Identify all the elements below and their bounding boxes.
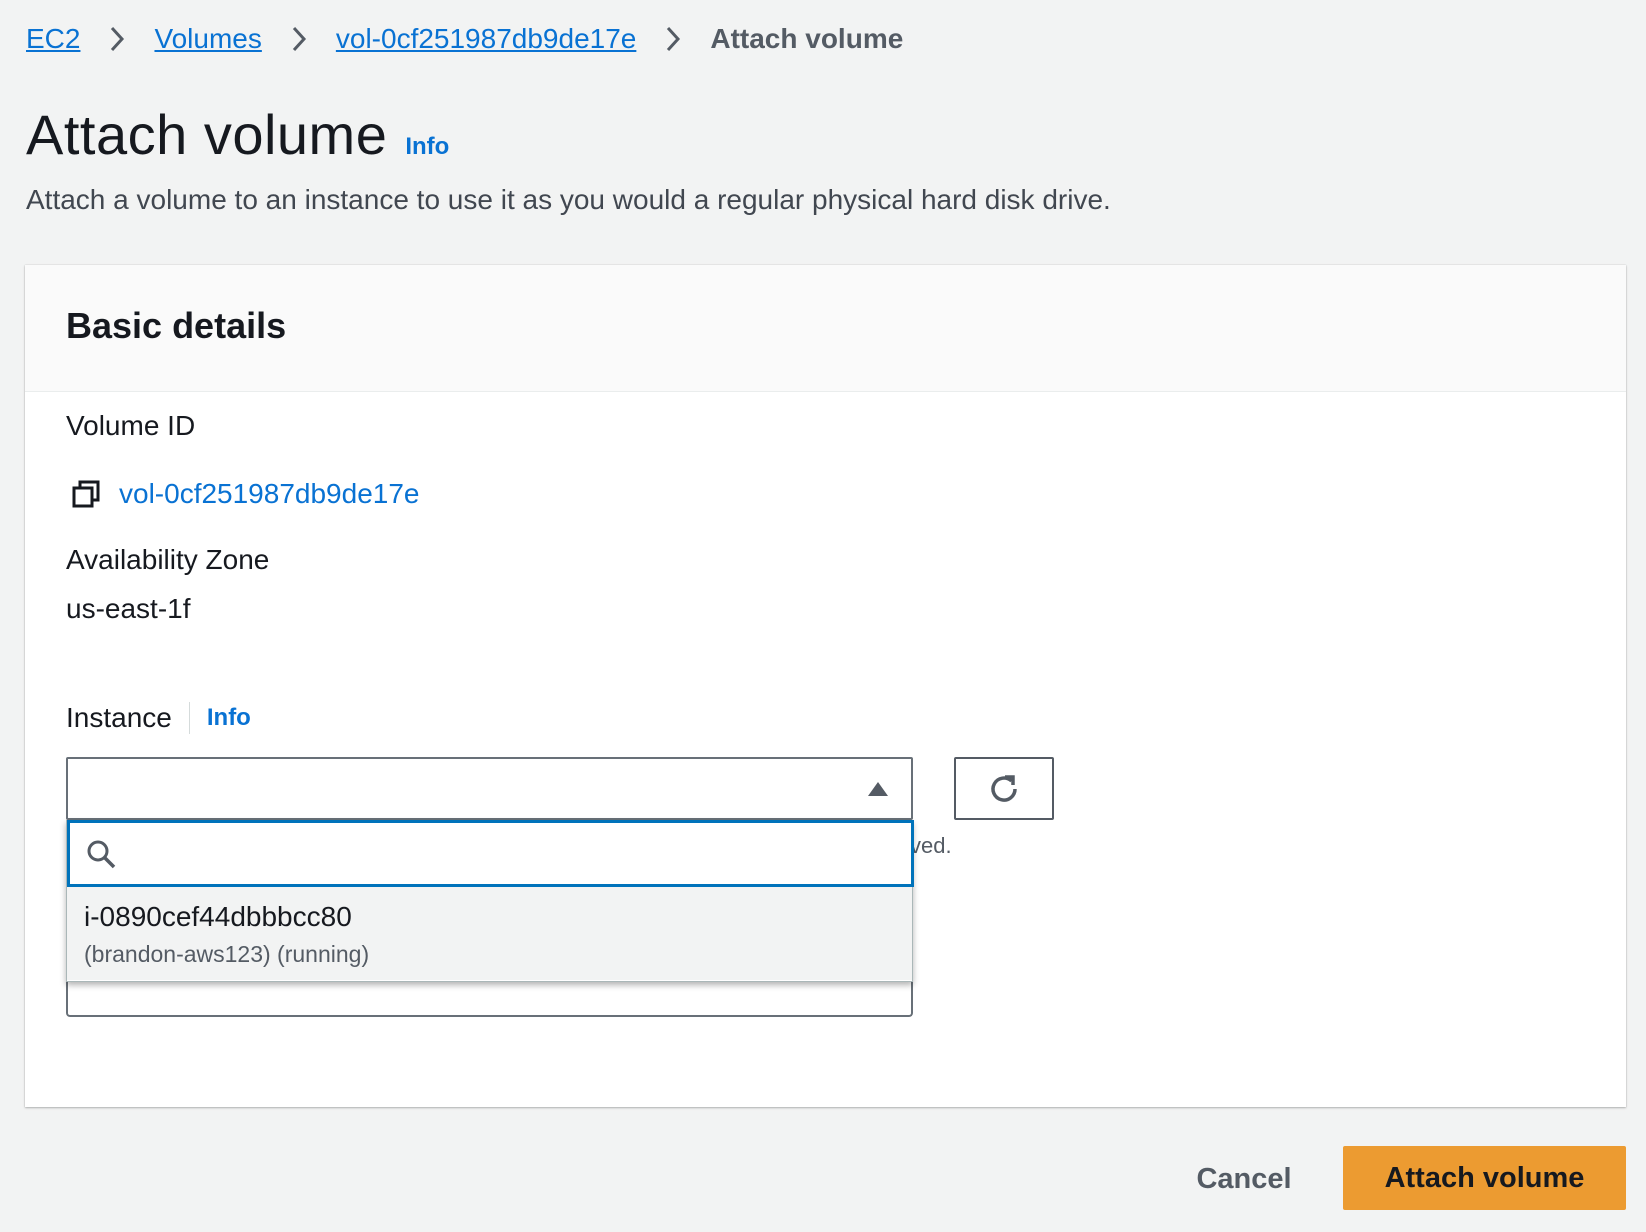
- volume-id-link[interactable]: vol-0cf251987db9de17e: [119, 478, 419, 510]
- refresh-icon: [991, 774, 1017, 802]
- refresh-button[interactable]: [954, 757, 1054, 820]
- label-divider: [188, 702, 190, 734]
- attach-volume-button[interactable]: Attach volume: [1343, 1146, 1626, 1210]
- breadcrumb: EC2 Volumes vol-0cf251987db9de17e Attach…: [26, 18, 903, 60]
- page-description: Attach a volume to an instance to use it…: [26, 184, 1111, 215]
- instance-option-id: i-0890cef44dbbbcc80: [84, 901, 352, 932]
- breadcrumb-link-ec2[interactable]: EC2: [26, 23, 80, 55]
- instance-label: Instance: [66, 702, 172, 733]
- page-header: Attach volume Info: [26, 102, 449, 167]
- search-icon: [87, 840, 116, 869]
- instance-option[interactable]: i-0890cef44dbbbcc80 (brandon-aws123) (ru…: [67, 887, 912, 980]
- availability-zone-label: Availability Zone: [66, 544, 270, 575]
- instance-info-link[interactable]: Info: [207, 704, 251, 732]
- page-info-link[interactable]: Info: [405, 133, 449, 161]
- chevron-right-icon: [658, 24, 688, 54]
- copy-icon[interactable]: [71, 479, 101, 509]
- breadcrumb-link-volumes[interactable]: Volumes: [154, 23, 261, 55]
- instance-hint-text: ved.: [910, 833, 952, 858]
- instance-option-detail: (brandon-aws123) (running): [84, 941, 370, 967]
- instance-search-box[interactable]: [67, 820, 914, 887]
- page-title: Attach volume: [26, 103, 388, 166]
- breadcrumb-current: Attach volume: [710, 23, 904, 54]
- availability-zone-value: us-east-1f: [66, 593, 191, 624]
- volume-id-value[interactable]: vol-0cf251987db9de17e: [71, 478, 419, 510]
- chevron-right-icon: [284, 24, 314, 54]
- panel-title: Basic details: [66, 305, 287, 346]
- instance-search-input[interactable]: [134, 829, 898, 881]
- instance-label-row: Instance Info: [66, 702, 251, 734]
- breadcrumb-link-volume-id[interactable]: vol-0cf251987db9de17e: [336, 23, 636, 55]
- volume-id-label: Volume ID: [66, 410, 196, 441]
- instance-select[interactable]: [66, 757, 913, 820]
- basic-details-panel: Basic details Volume ID vol-0cf251987db9…: [25, 265, 1626, 1107]
- instance-dropdown: i-0890cef44dbbbcc80 (brandon-aws123) (ru…: [66, 820, 914, 982]
- chevron-right-icon: [102, 24, 132, 54]
- panel-header: Basic details: [25, 265, 1626, 392]
- caret-up-icon: [868, 782, 888, 796]
- cancel-button[interactable]: Cancel: [1174, 1148, 1314, 1210]
